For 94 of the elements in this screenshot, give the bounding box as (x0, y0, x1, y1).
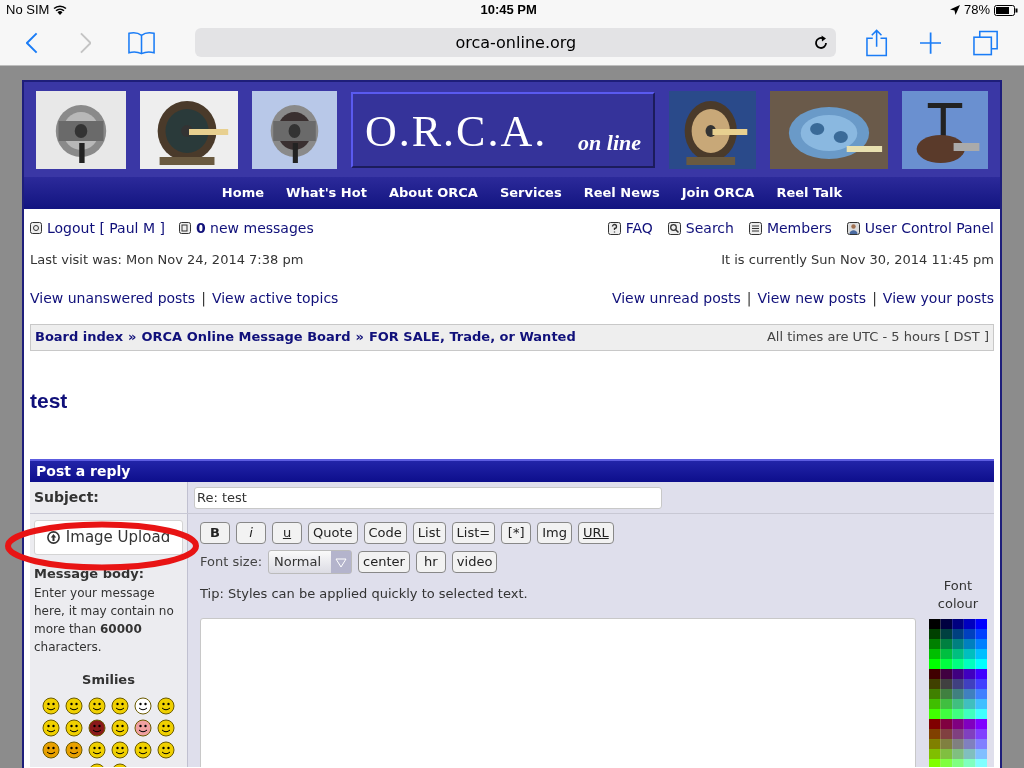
timezone-text: All times are UTC - 5 hours [ DST ] (766, 328, 989, 347)
nav-link[interactable]: Join ORCA (681, 183, 755, 203)
format-button[interactable]: List (412, 522, 446, 544)
tabs-icon[interactable] (972, 29, 998, 56)
smiley-icon[interactable] (111, 741, 129, 759)
smiley-icon[interactable] (65, 741, 83, 759)
smiley-icon[interactable] (134, 719, 152, 737)
format-button[interactable]: Img (537, 522, 572, 544)
font-size-select[interactable]: Normal (268, 550, 353, 574)
topic-title: test (30, 387, 69, 414)
colour-palette[interactable] (929, 619, 987, 767)
format-button[interactable]: video (451, 551, 498, 573)
breadcrumb-link[interactable]: ORCA Online Message Board (141, 327, 351, 347)
caret-icon (331, 551, 352, 573)
smiley-icon[interactable] (42, 697, 60, 715)
message-body-hint: Enter your message here, it may contain no more than 60000 characters. (34, 584, 175, 656)
format-button[interactable]: List= (451, 522, 496, 544)
new-messages-link[interactable]: 0 new messages (195, 217, 314, 239)
smiley-icon[interactable] (42, 719, 60, 737)
nav-link[interactable]: Home (221, 183, 265, 203)
smiley-icon[interactable] (157, 697, 175, 715)
faq-icon (607, 221, 621, 235)
logout-icon (30, 222, 42, 234)
separator: | (746, 288, 752, 309)
subject-label: Subject: (34, 488, 99, 507)
current-time-text: It is currently Sun Nov 30, 2014 11:45 pm (721, 251, 994, 269)
format-button[interactable]: B (200, 522, 230, 544)
back-icon[interactable] (26, 31, 38, 54)
share-icon[interactable] (866, 28, 888, 57)
view-link[interactable]: View your posts (882, 287, 994, 309)
list-icon (748, 221, 762, 235)
panel-header: Post a reply (30, 459, 994, 482)
smiley-icon[interactable] (111, 719, 129, 737)
last-visit-text: Last visit was: Mon Nov 24, 2014 7:38 pm (30, 251, 304, 269)
view-link[interactable]: View unread posts (611, 287, 741, 309)
battery-percent: 78% (963, 1, 990, 20)
smiley-icon[interactable] (157, 741, 175, 759)
view-link[interactable]: View unanswered posts (30, 287, 196, 309)
header-link[interactable]: Search (685, 217, 734, 239)
message-icon (178, 222, 191, 234)
breadcrumb-link[interactable]: Board index (35, 327, 124, 347)
smiley-icon[interactable] (88, 719, 106, 737)
nav-link[interactable]: Reel News (583, 183, 660, 203)
smilies-title: Smilies (81, 670, 136, 689)
address-bar[interactable]: orca-online.org (195, 28, 837, 57)
breadcrumb-separator: » (128, 328, 137, 347)
person-icon (846, 221, 860, 235)
separator: | (872, 288, 877, 309)
site-logo[interactable]: O.R.C.A. on line (351, 91, 655, 168)
smiley-icon[interactable] (134, 741, 152, 759)
format-button[interactable]: hr (415, 551, 446, 573)
reload-icon[interactable] (814, 35, 829, 50)
header-link[interactable]: Members (766, 217, 832, 239)
message-body-label: Message body: (34, 565, 145, 583)
view-link[interactable]: View active topics (211, 287, 339, 309)
tip-text: Tip: Styles can be applied quickly to selected text. (200, 585, 529, 603)
font-size-label: Font size: (200, 553, 263, 572)
wifi-icon (53, 4, 68, 16)
bookmarks-icon[interactable] (128, 30, 156, 55)
smiley-icon[interactable] (88, 741, 106, 759)
new-tab-icon[interactable] (919, 31, 941, 54)
nav-link[interactable]: About ORCA (388, 183, 478, 203)
location-icon (949, 5, 960, 15)
format-button[interactable]: u (272, 522, 302, 544)
smiley-icon[interactable] (42, 741, 60, 759)
separator: | (201, 288, 206, 309)
carrier-text: No SIM (6, 1, 50, 20)
header-link[interactable]: User Control Panel (864, 217, 994, 239)
format-button[interactable]: center (358, 551, 410, 573)
upload-icon (46, 531, 60, 544)
smiley-icon[interactable] (157, 719, 175, 737)
battery-icon (994, 4, 1018, 16)
search-icon (667, 221, 681, 235)
smiley-icon[interactable] (65, 719, 83, 737)
smiley-icon[interactable] (65, 697, 83, 715)
format-button[interactable]: [*] (501, 522, 532, 544)
font-colour-title: Font colour (936, 577, 980, 613)
smiley-icon[interactable] (134, 697, 152, 715)
breadcrumb-link[interactable]: FOR SALE, Trade, or Wanted (368, 327, 576, 347)
format-button[interactable]: URL (577, 522, 614, 544)
logout-link[interactable]: Logout [ Paul M ] (47, 217, 165, 239)
header-link[interactable]: FAQ (625, 217, 653, 239)
nav-link[interactable]: Reel Talk (776, 183, 843, 203)
nav-link[interactable]: What's Hot (286, 183, 367, 203)
nav-link[interactable]: Services (499, 183, 562, 203)
clock-text: 10:45 PM (480, 1, 537, 20)
format-button[interactable]: i (236, 522, 266, 544)
subject-field[interactable]: Re: test (194, 486, 662, 509)
smiley-icon[interactable] (88, 697, 106, 715)
breadcrumb-separator: » (355, 328, 364, 347)
format-button[interactable]: Quote (308, 522, 358, 544)
view-link[interactable]: View new posts (757, 287, 867, 309)
smiley-icon[interactable] (111, 697, 129, 715)
format-button[interactable]: Code (363, 522, 407, 544)
